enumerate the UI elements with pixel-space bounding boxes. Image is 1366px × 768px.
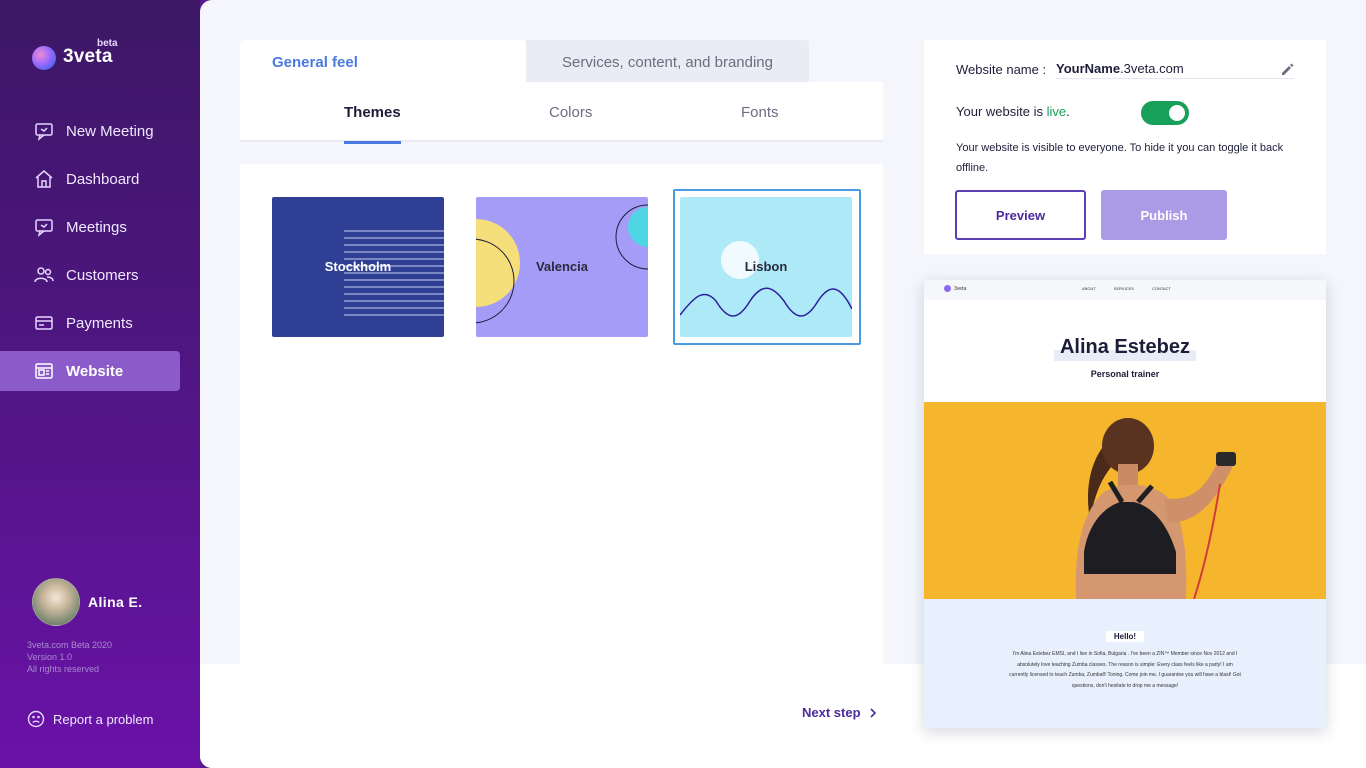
sidebar-nav: New Meeting Dashboard Meetings Customers… [0, 107, 200, 391]
sad-face-icon [27, 710, 45, 728]
tab-fonts[interactable]: Fonts [741, 82, 779, 142]
section-tabs: General feel Services, content, and bran… [240, 40, 883, 84]
preview-name-text: Alina Estebez [1053, 334, 1197, 361]
live-word: live [1046, 104, 1067, 119]
trainer-photo-illustration [1075, 418, 1236, 599]
footnote-line: All rights reserved [27, 664, 100, 674]
sidebar-item-label: Dashboard [66, 170, 140, 188]
preview-about-text: I'm Alina Estebez EMSI, and I live in So… [1009, 651, 1241, 690]
theme-name: Stockholm [324, 259, 392, 274]
preview-hello-text: Hello! [1105, 631, 1145, 642]
sidebar-item-label: New Meeting [66, 122, 154, 140]
chat-icon [34, 217, 54, 237]
chevron-right-icon [869, 707, 876, 718]
theme-panel: Stockholm Valencia Lisbon [240, 164, 883, 664]
sidebar-item-customers[interactable]: Customers [0, 251, 200, 299]
preview-logo-text: 3veta [954, 285, 967, 292]
home-icon [34, 169, 54, 189]
sidebar-item-label: Website [66, 362, 124, 380]
live-prefix: Your website is [956, 104, 1047, 119]
subtabs: Themes Colors Fonts [240, 82, 883, 144]
user-profile[interactable]: Alina E. [32, 578, 143, 626]
sidebar-item-dashboard[interactable]: Dashboard [0, 155, 200, 203]
tab-services-content-branding[interactable]: Services, content, and branding [526, 40, 809, 84]
website-name-field[interactable]: YourName .3veta.com [1056, 59, 1294, 79]
website-name-label: Website name : [956, 61, 1047, 77]
report-label: Report a problem [53, 711, 154, 727]
theme-card-valencia[interactable]: Valencia [476, 197, 648, 337]
logo-text: 3veta [63, 46, 113, 67]
theme-name: Lisbon [744, 259, 788, 274]
tab-themes[interactable]: Themes [344, 82, 401, 144]
preview-navbar: 3veta ABOUT SERVICES CONTACT [924, 280, 1326, 300]
publish-button[interactable]: Publish [1101, 190, 1227, 240]
live-status-text: Your website is live. [956, 104, 1070, 119]
preview-role: Personal trainer [1090, 369, 1160, 379]
sidebar: 3veta beta New Meeting Dashboard Meeting… [0, 0, 200, 768]
footnote-line: Version 1.0 [27, 652, 73, 662]
tab-colors[interactable]: Colors [549, 82, 592, 142]
website-settings-card: Website name : YourName .3veta.com Your w… [924, 40, 1326, 254]
live-suffix: . [1066, 104, 1070, 119]
chat-icon [34, 121, 54, 141]
preview-logo-icon [944, 285, 951, 292]
preview-logo: 3veta [944, 285, 966, 292]
preview-hello: Hello! [924, 626, 1326, 644]
sidebar-item-label: Customers [66, 266, 139, 284]
sidebar-item-label: Payments [66, 314, 133, 332]
avatar[interactable] [32, 578, 80, 626]
theme-card-stockholm[interactable]: Stockholm [272, 197, 444, 337]
preview-nav-links: ABOUT SERVICES CONTACT [1082, 286, 1189, 291]
theme-name: Valencia [535, 259, 589, 274]
tab-general-feel[interactable]: General feel [240, 40, 526, 84]
footnote-line: 3veta.com Beta 2020 [27, 640, 113, 650]
card-icon [34, 313, 54, 333]
sidebar-item-website[interactable]: Website [0, 351, 180, 391]
website-preview[interactable]: 3veta ABOUT SERVICES CONTACT Alina Estebez… [924, 280, 1326, 728]
beta-badge: beta [97, 38, 118, 49]
edit-pencil-icon[interactable] [1281, 63, 1294, 76]
website-icon [34, 361, 54, 381]
main-content: General feel Services, content, and bran… [200, 0, 1366, 768]
people-icon [34, 265, 54, 285]
theme-card-lisbon[interactable]: Lisbon [680, 197, 852, 337]
preview-nav-link: CONTACT [1151, 286, 1171, 291]
footnote: 3veta.com Beta 2020 Version 1.0 All righ… [27, 639, 112, 675]
sidebar-item-label: Meetings [66, 218, 127, 236]
preview-hero-image [924, 402, 1326, 599]
preview-about-section: Hello! I'm Alina Estebez EMSI, and I liv… [924, 599, 1326, 728]
preview-nav-link: SERVICES [1113, 286, 1134, 291]
preview-button[interactable]: Preview [955, 190, 1086, 240]
preview-name: Alina Estebez [924, 334, 1326, 361]
app-logo[interactable]: 3veta beta [32, 38, 152, 74]
preview-nav-link: ABOUT [1082, 286, 1096, 291]
report-problem-link[interactable]: Report a problem [27, 710, 153, 728]
live-description: Your website is visible to everyone. To … [956, 142, 1284, 174]
website-name-row: Website name : YourName .3veta.com [956, 59, 1294, 79]
live-toggle[interactable] [1141, 101, 1189, 125]
user-name: Alina E. [88, 594, 143, 610]
logo-mark-icon [32, 46, 56, 70]
website-name-user: YourName [1056, 61, 1121, 76]
website-name-domain: .3veta.com [1120, 61, 1184, 76]
sidebar-item-new-meeting[interactable]: New Meeting [0, 107, 200, 155]
next-step-label: Next step [802, 705, 861, 720]
next-step-button[interactable]: Next step [802, 705, 877, 720]
sidebar-item-meetings[interactable]: Meetings [0, 203, 200, 251]
sidebar-item-payments[interactable]: Payments [0, 299, 200, 347]
